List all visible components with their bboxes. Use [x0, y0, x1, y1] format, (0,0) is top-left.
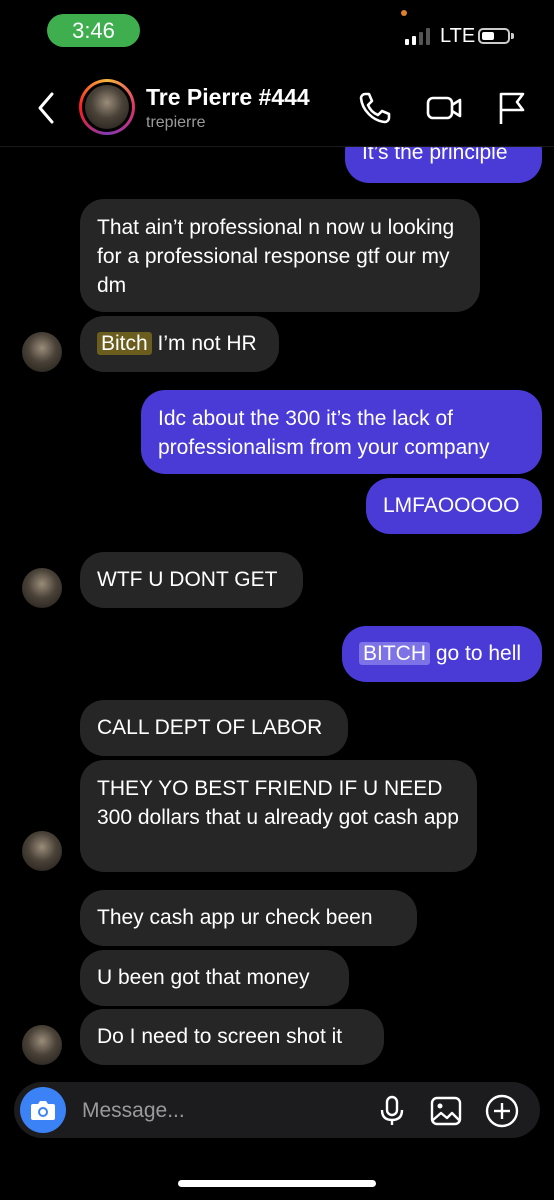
status-time: 3:46 — [47, 14, 140, 47]
message-received[interactable]: Do I need to screen shot it — [80, 1009, 384, 1065]
message-sent[interactable]: It’s the principle — [345, 147, 542, 183]
contact-name[interactable]: Tre Pierre #444 — [146, 84, 310, 111]
message-text: go to hell — [430, 642, 522, 665]
home-indicator — [178, 1180, 376, 1187]
message-text: LMFAOOOOO — [383, 494, 520, 517]
message-text: CALL DEPT OF LABOR — [97, 716, 323, 739]
message-sent[interactable]: Idc about the 300 it’s the lack of profe… — [141, 390, 542, 474]
battery-icon — [478, 28, 510, 44]
message-input[interactable] — [80, 1082, 374, 1140]
camera-icon — [31, 1101, 55, 1120]
sender-avatar[interactable] — [22, 332, 62, 372]
message-text: It’s the principle — [362, 147, 508, 164]
signal-icon — [405, 28, 430, 45]
message-received[interactable]: They cash app ur check been — [80, 890, 417, 946]
avatar[interactable] — [79, 79, 135, 135]
message-text: I’m not HR — [151, 332, 257, 355]
message-composer — [14, 1082, 540, 1140]
highlighted-word: Bitch — [97, 332, 152, 355]
message-received[interactable]: WTF U DONT GET — [80, 552, 303, 608]
recording-dot-icon — [401, 10, 407, 16]
message-received[interactable]: That ain’t professional n now u looking … — [80, 199, 480, 312]
plus-circle-icon[interactable] — [484, 1093, 520, 1129]
message-text: Do I need to screen shot it — [97, 1025, 343, 1048]
message-text: That ain’t professional n now u looking … — [97, 216, 455, 297]
microphone-icon[interactable] — [374, 1093, 410, 1129]
battery-tip — [511, 33, 514, 39]
message-text: WTF U DONT GET — [97, 568, 278, 591]
message-text: U been got that money — [97, 966, 310, 989]
contact-username: trepierre — [146, 114, 206, 131]
sender-avatar[interactable] — [22, 1025, 62, 1065]
message-sent[interactable]: BITCH go to hell — [342, 626, 542, 682]
gallery-icon[interactable] — [428, 1093, 464, 1129]
camera-button[interactable] — [20, 1087, 66, 1133]
back-chevron-icon[interactable] — [32, 88, 68, 128]
message-text: THEY YO BEST FRIEND IF U NEED 300 dollar… — [97, 777, 459, 829]
message-text: They cash app ur check been — [97, 906, 373, 929]
message-text: Idc about the 300 it’s the lack of profe… — [158, 407, 490, 459]
phone-icon[interactable] — [355, 88, 395, 128]
message-received[interactable]: CALL DEPT OF LABOR — [80, 700, 348, 756]
flag-icon[interactable] — [492, 88, 532, 128]
network-label: LTE — [440, 25, 476, 47]
highlighted-word: BITCH — [359, 642, 430, 665]
sender-avatar[interactable] — [22, 831, 62, 871]
message-sent[interactable]: LMFAOOOOO — [366, 478, 542, 534]
message-received[interactable]: THEY YO BEST FRIEND IF U NEED 300 dollar… — [80, 760, 477, 872]
message-received[interactable]: Bitch I’m not HR — [80, 316, 279, 372]
message-received[interactable]: U been got that money — [80, 950, 349, 1006]
video-icon[interactable] — [424, 88, 464, 128]
sender-avatar[interactable] — [22, 568, 62, 608]
message-thread[interactable]: It’s the principle That ain’t profession… — [0, 147, 554, 1077]
